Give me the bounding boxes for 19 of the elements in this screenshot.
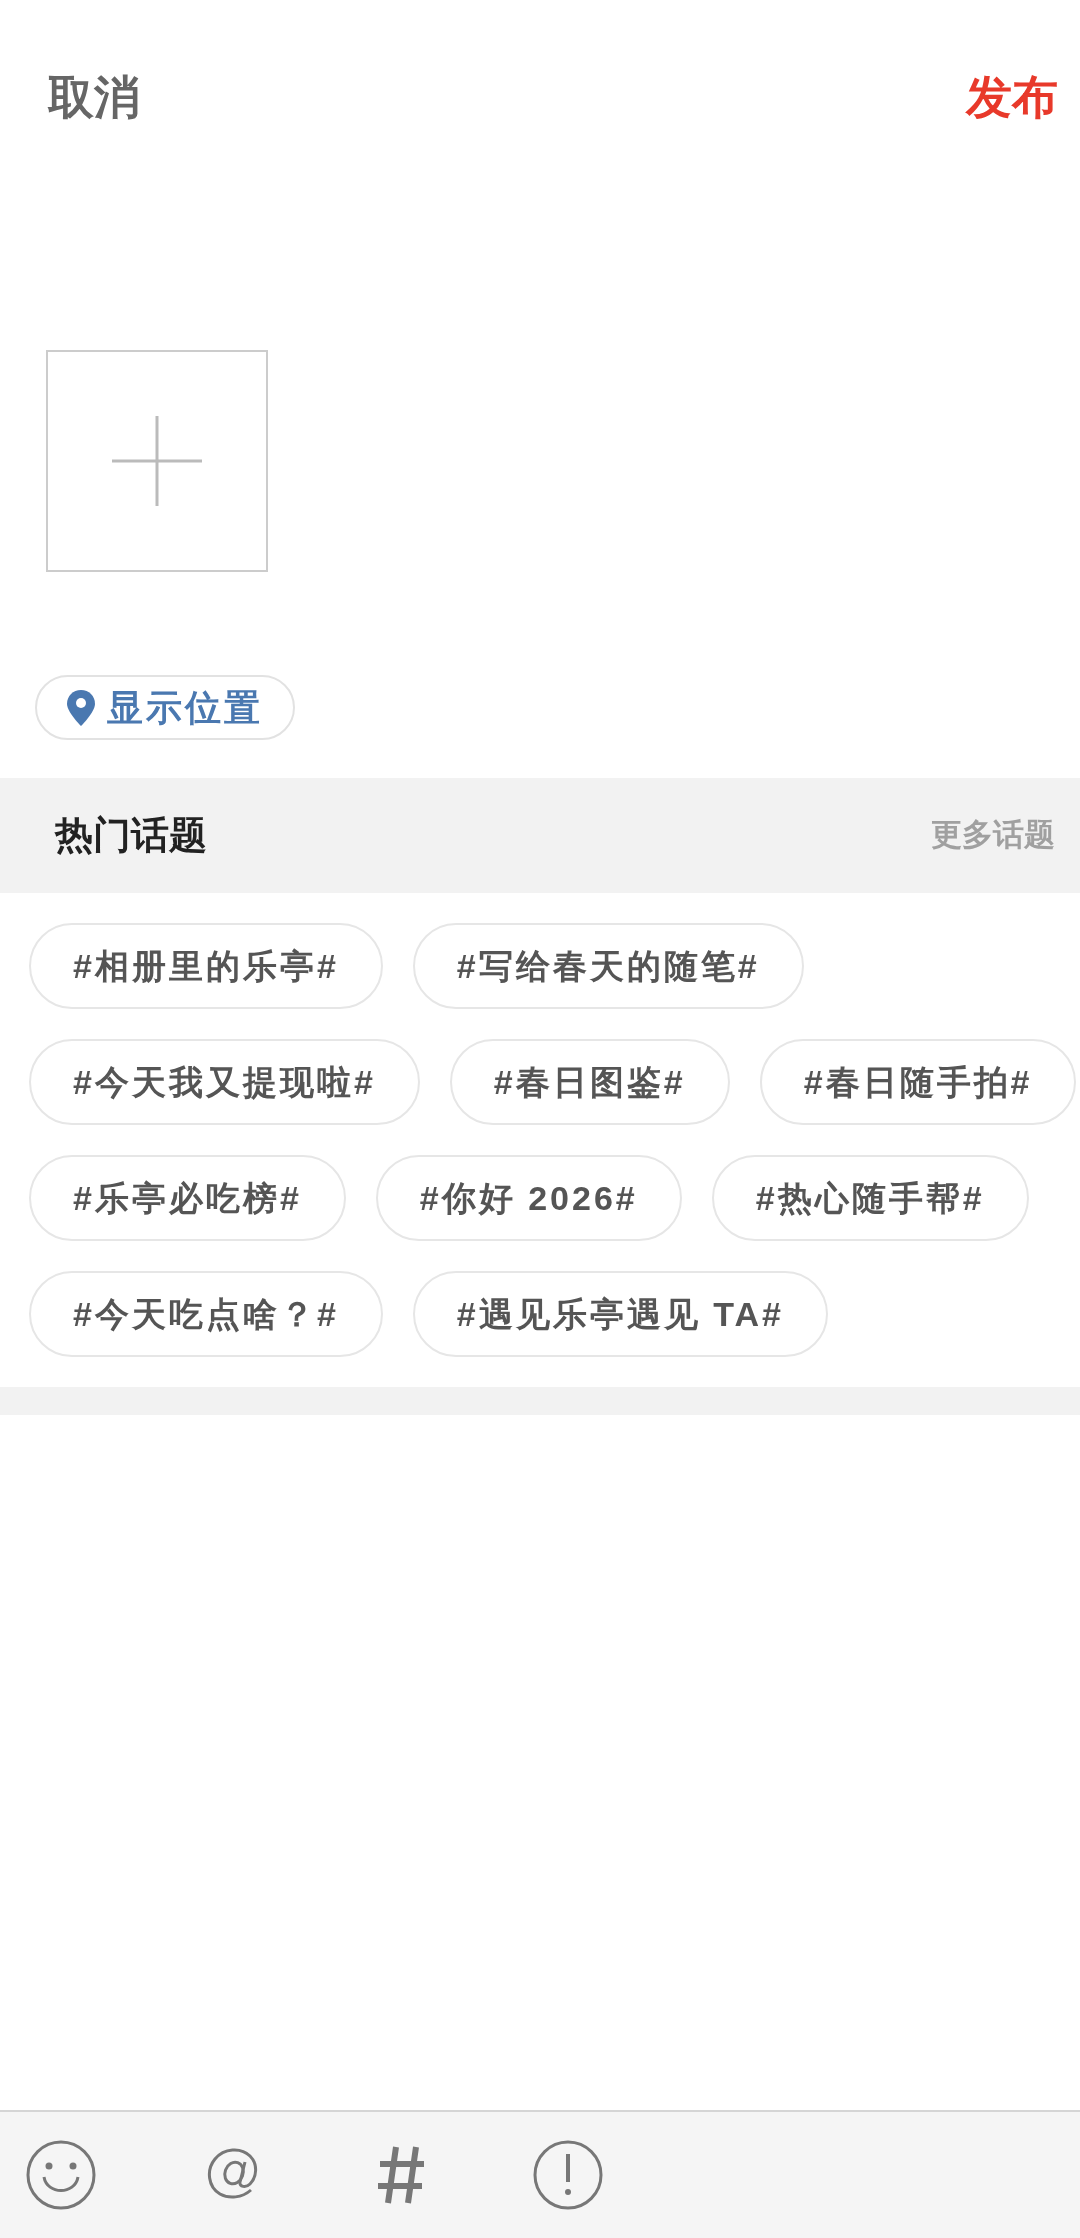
exclamation-circle-icon[interactable]	[533, 2140, 603, 2210]
publish-button[interactable]: 发布	[966, 62, 1058, 132]
section-title: 热门话题	[55, 813, 207, 858]
smiley-icon[interactable]	[26, 2140, 96, 2210]
topic-chip[interactable]: #春日随手拍#	[759, 1039, 1077, 1125]
topic-chip[interactable]: #春日图鉴#	[449, 1039, 730, 1125]
topic-chip[interactable]: #乐亭必吃榜#	[29, 1155, 346, 1241]
topic-chip[interactable]: #遇见乐亭遇见 TA#	[412, 1271, 828, 1357]
topic-chip[interactable]: #热心随手帮#	[711, 1155, 1029, 1241]
topic-chip[interactable]: #你好 2026#	[375, 1155, 682, 1241]
location-pin-icon	[67, 689, 95, 726]
hashtag-icon[interactable]	[376, 2145, 426, 2205]
show-location-button[interactable]: 显示位置	[35, 675, 295, 740]
plus-icon	[112, 416, 202, 506]
topic-chip[interactable]: #写给春天的随笔#	[412, 923, 804, 1009]
topic-chip[interactable]: #今天我又提现啦#	[29, 1039, 420, 1125]
cancel-button[interactable]: 取消	[48, 62, 140, 132]
topic-chip[interactable]: #今天吃点啥？#	[29, 1271, 383, 1357]
topic-chip[interactable]: #相册里的乐亭#	[29, 923, 383, 1009]
